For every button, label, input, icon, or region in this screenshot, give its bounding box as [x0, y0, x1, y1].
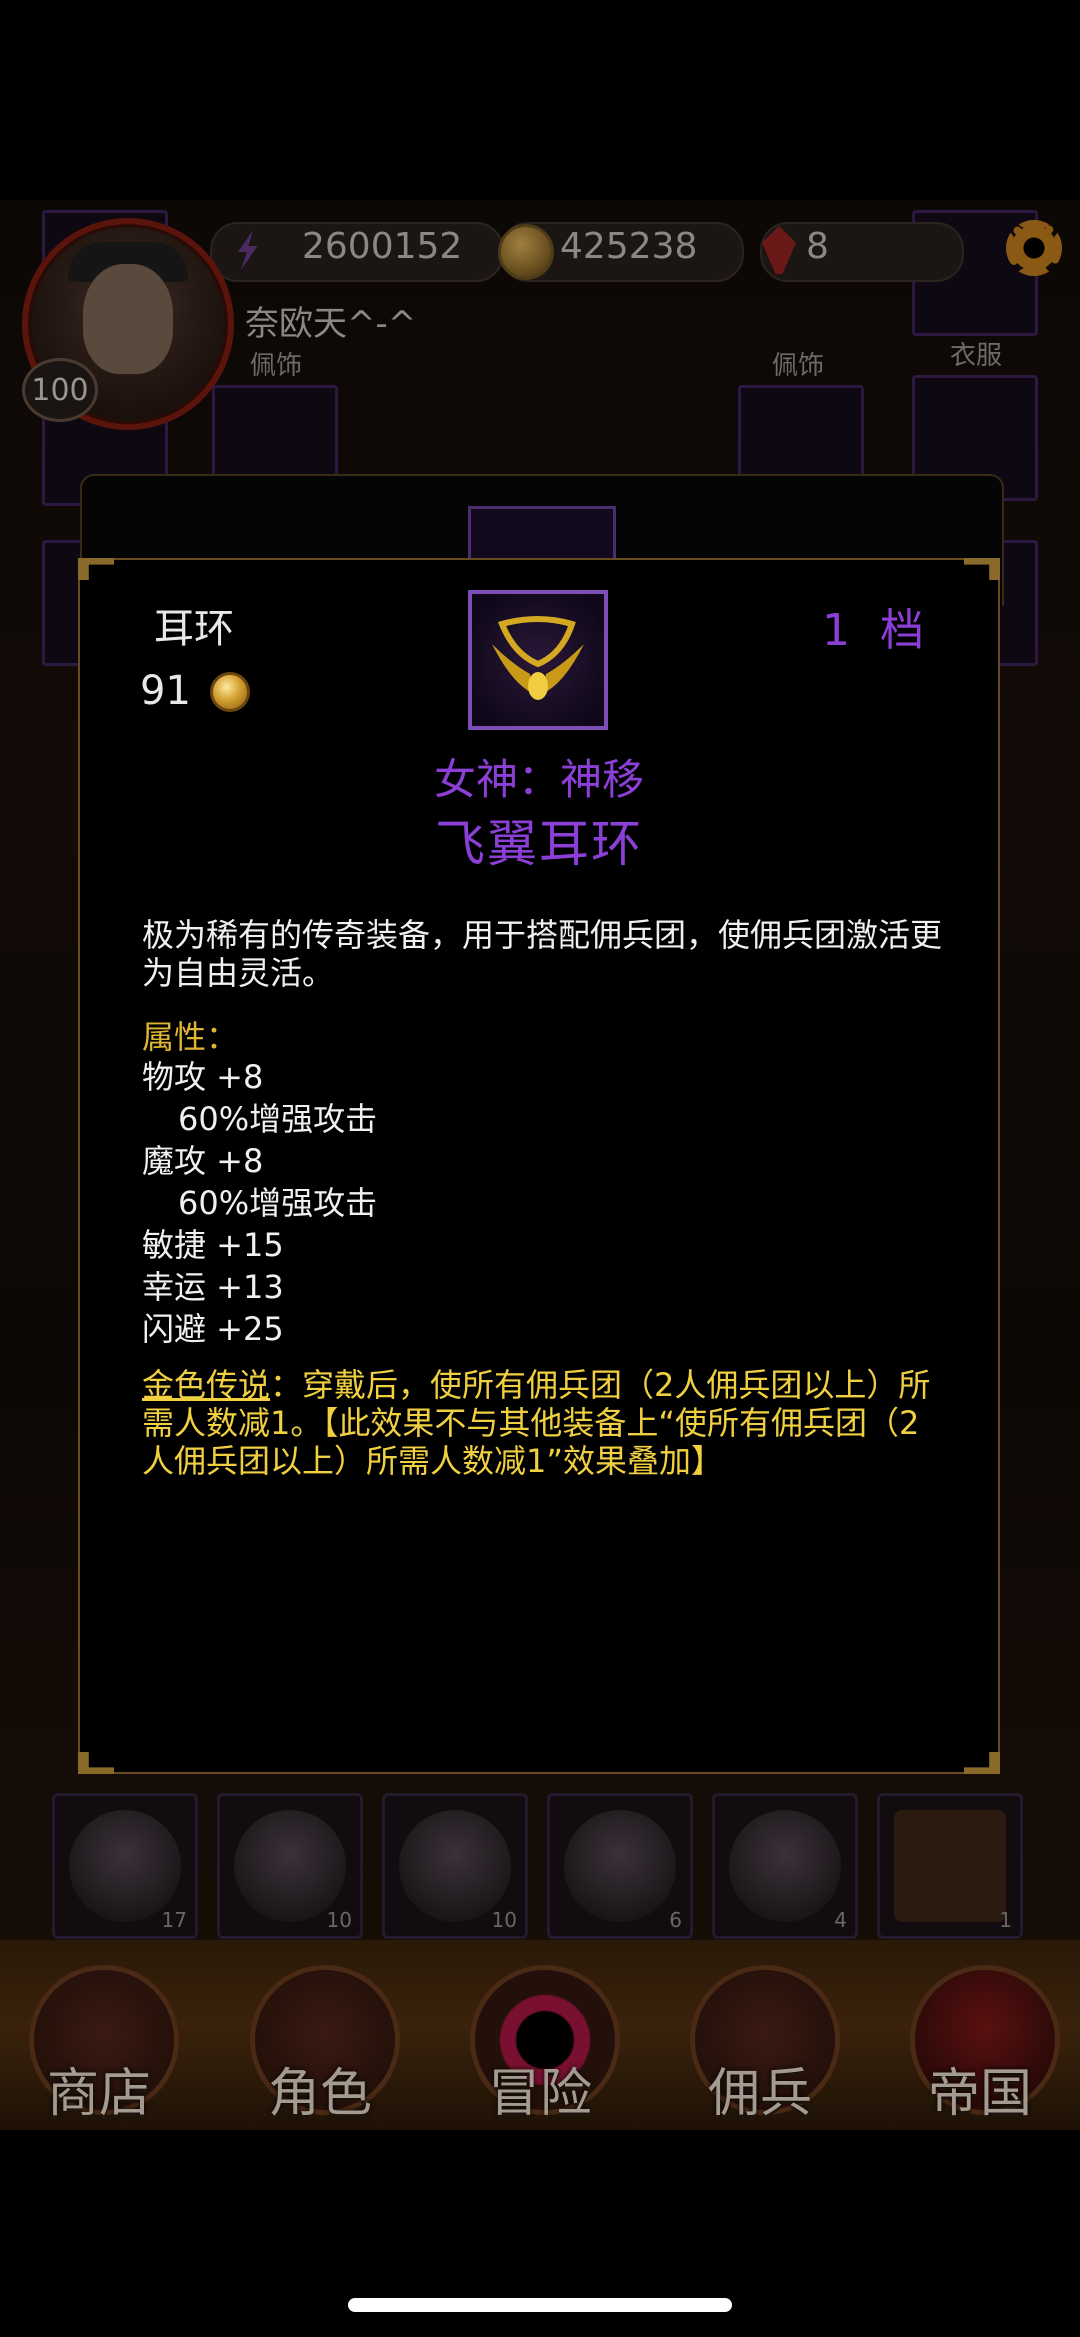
attribute-row: 物攻 +8	[142, 1058, 264, 1096]
attribute-row: 魔攻 +8	[142, 1142, 264, 1180]
item-price: 91	[140, 668, 191, 714]
hero-portrait	[234, 1810, 346, 1922]
item-name: 飞翼耳环	[435, 815, 643, 873]
attribute-row: 闪避 +25	[142, 1310, 284, 1348]
hero-portrait	[564, 1810, 676, 1922]
gold-value: 425238	[560, 226, 698, 267]
item-detail-popup[interactable]: 耳环 91 1 档 女神：神移 飞翼耳环 极为稀有的传奇装备，用于搭配佣兵团，使…	[78, 558, 1000, 1774]
nav-shop-label: 商店	[46, 2064, 151, 2124]
nav-mercenary[interactable]: 佣兵	[685, 1965, 840, 2125]
corner-ornament	[78, 1752, 114, 1774]
nav-adventure[interactable]: 冒险	[465, 1965, 620, 2125]
accessory-left-label: 佩饰	[250, 351, 303, 381]
hero-portrait	[399, 1810, 511, 1922]
hero-count: 6	[669, 1908, 682, 1932]
hero-count: 4	[834, 1908, 847, 1932]
hero-count: 10	[491, 1908, 517, 1932]
winged-earring-icon	[468, 590, 608, 730]
hero-slot[interactable]: 6	[547, 1793, 693, 1939]
attribute-row: 敏捷 +15	[142, 1226, 284, 1264]
settings-gear-icon[interactable]	[1006, 220, 1062, 276]
avatar-face	[83, 264, 173, 374]
corner-ornament	[964, 558, 1000, 580]
legendary-effect: 金色传说：穿戴后，使所有佣兵团（2人佣兵团以上）所需人数减1。【此效果不与其他装…	[142, 1366, 942, 1480]
gold-coin-icon	[498, 224, 554, 280]
gem-value: 8	[806, 226, 829, 267]
hero-portrait	[69, 1810, 181, 1922]
treasure-chest-icon	[894, 1810, 1006, 1922]
player-level-badge: 100	[22, 358, 98, 422]
hero-slot[interactable]: 4	[712, 1793, 858, 1939]
home-indicator[interactable]	[348, 2298, 732, 2312]
nav-empire[interactable]: 帝国	[905, 1965, 1060, 2125]
hero-slot[interactable]: 10	[382, 1793, 528, 1939]
attributes-list: 物攻 +8 60%增强攻击 魔攻 +8 60%增强攻击 敏捷 +15 幸运 +1…	[142, 1056, 377, 1350]
nav-adventure-label: 冒险	[487, 2064, 592, 2124]
nav-character[interactable]: 角色	[245, 1965, 400, 2125]
accessory-right-label: 佩饰	[772, 351, 825, 381]
energy-value: 2600152	[302, 226, 463, 267]
winged-earring-graphic	[492, 616, 584, 700]
hero-count: 17	[161, 1908, 187, 1932]
corner-ornament	[964, 1752, 1000, 1774]
attribute-row: 幸运 +13	[142, 1268, 284, 1306]
item-description: 极为稀有的传奇装备，用于搭配佣兵团，使佣兵团激活更为自由灵活。	[142, 916, 943, 992]
corner-ornament	[78, 558, 114, 580]
legendary-effect-label: 金色传说	[142, 1366, 271, 1404]
nav-mercenary-label: 佣兵	[707, 2064, 812, 2124]
item-slot-type: 耳环	[154, 606, 234, 652]
hero-count: 10	[326, 1908, 352, 1932]
gold-coin-icon	[210, 672, 250, 712]
player-name: 奈欧天^-^	[245, 304, 417, 344]
hero-count: 1	[999, 1908, 1012, 1932]
nav-character-label: 角色	[267, 2064, 372, 2124]
clothes-label: 衣服	[950, 341, 1003, 371]
item-tier: 1 档	[822, 605, 932, 656]
hero-portrait	[729, 1810, 841, 1922]
attributes-title: 属性：	[142, 1018, 239, 1056]
nav-shop[interactable]: 商店	[24, 1965, 179, 2125]
hero-slot[interactable]: 10	[217, 1793, 363, 1939]
nav-empire-label: 帝国	[927, 2064, 1032, 2124]
hero-slot[interactable]: 17	[52, 1793, 198, 1939]
treasure-chest-slot[interactable]: 1	[877, 1793, 1023, 1939]
item-set-name: 女神：神移	[433, 755, 644, 804]
attribute-sub-row: 60%增强攻击	[178, 1100, 378, 1138]
attribute-sub-row: 60%增强攻击	[178, 1184, 378, 1222]
